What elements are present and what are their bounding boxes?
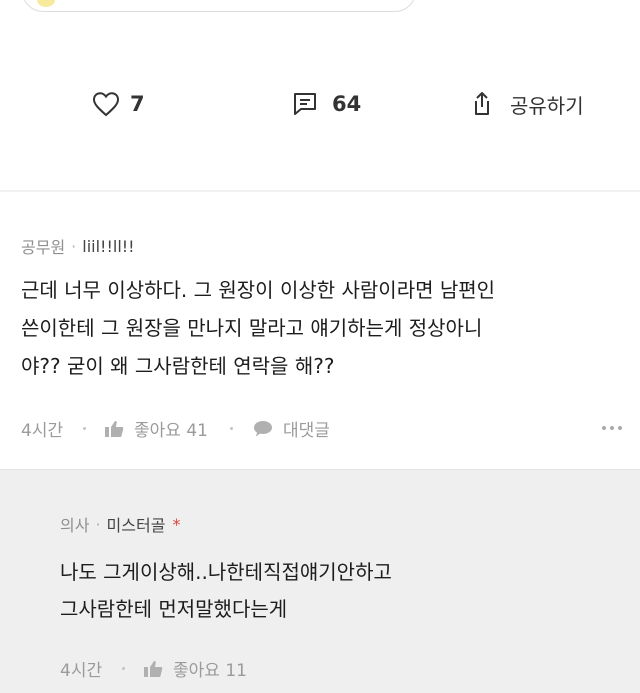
comment-icon: [294, 93, 316, 115]
more-dot: [602, 426, 606, 430]
comment-like-button[interactable]: 좋아요 41: [104, 416, 208, 441]
comment-footer: 4시간 좋아요 41 대댓글: [21, 416, 330, 441]
reply-like-label: 좋아요 11: [173, 661, 247, 681]
heart-icon: [92, 92, 120, 117]
author-name[interactable]: liil!!ll!!: [82, 237, 134, 256]
reply-item: 의사 · 미스터골 * 나도 그게이상해..나한테직접얘기안하고 그사람한테 먼…: [0, 469, 640, 693]
meta-separator: ·: [95, 514, 101, 534]
comment-meta: 공무원 · liil!!ll!!: [21, 234, 135, 258]
reply-label: 대댓글: [282, 421, 330, 441]
share-button[interactable]: 공유하기: [468, 82, 584, 126]
meta-separator: ·: [71, 236, 77, 256]
speech-bubble-icon: [253, 420, 272, 436]
author-job: 공무원: [21, 238, 66, 257]
author-mark: *: [172, 514, 181, 534]
reply-body: 나도 그게이상해..나한테직접얘기안하고 그사람한테 먼저말했다는게: [60, 554, 392, 628]
reply-line: 그사람한테 먼저말했다는게: [60, 597, 288, 621]
share-label: 공유하기: [510, 93, 584, 118]
share-icon: [475, 92, 489, 115]
more-dot: [618, 426, 622, 430]
reply-line: 나도 그게이상해..나한테직접얘기안하고: [60, 560, 392, 584]
comment-button[interactable]: 64: [292, 82, 361, 126]
reply-footer: 4시간 좋아요 11: [60, 656, 247, 681]
more-dot: [610, 426, 614, 430]
top-card: [22, 0, 416, 12]
author-name[interactable]: 미스터골: [107, 512, 166, 536]
comment-item: 공무원 · liil!!ll!! 근데 너무 이상하다. 그 원장이 이상한 사…: [0, 192, 640, 468]
comment-body: 근데 너무 이상하다. 그 원장이 이상한 사람이라면 남편인 쓴이한테 그 원…: [21, 271, 495, 385]
comment-line: 근데 너무 이상하다. 그 원장이 이상한 사람이라면 남편인: [21, 278, 496, 302]
like-count: 7: [130, 92, 145, 116]
comment-line: 쓴이한테 그 원장을 만나지 말라고 얘기하는게 정상아니: [21, 316, 483, 340]
comment-time: 4시간: [21, 421, 64, 441]
footer-separator: [122, 667, 125, 670]
reply-like-button[interactable]: 좋아요 11: [143, 656, 247, 681]
footer-separator: [83, 427, 86, 430]
thumbs-up-icon: [105, 420, 124, 437]
comment-line: 야?? 굳이 왜 그사람한테 연락을 해??: [21, 354, 335, 378]
reply-time: 4시간: [60, 661, 103, 681]
like-button[interactable]: 7: [92, 82, 145, 126]
thumbs-up-icon: [144, 660, 163, 677]
author-job: 의사: [60, 516, 90, 535]
comment-count: 64: [332, 92, 362, 116]
reply-button[interactable]: 대댓글: [253, 416, 330, 441]
reply-meta: 의사 · 미스터골 *: [60, 512, 180, 536]
comment-like-label: 좋아요 41: [134, 421, 208, 441]
more-options-button[interactable]: [602, 426, 622, 430]
post-action-bar: 7 64 공유하기: [0, 82, 640, 126]
footer-separator: [229, 427, 233, 430]
